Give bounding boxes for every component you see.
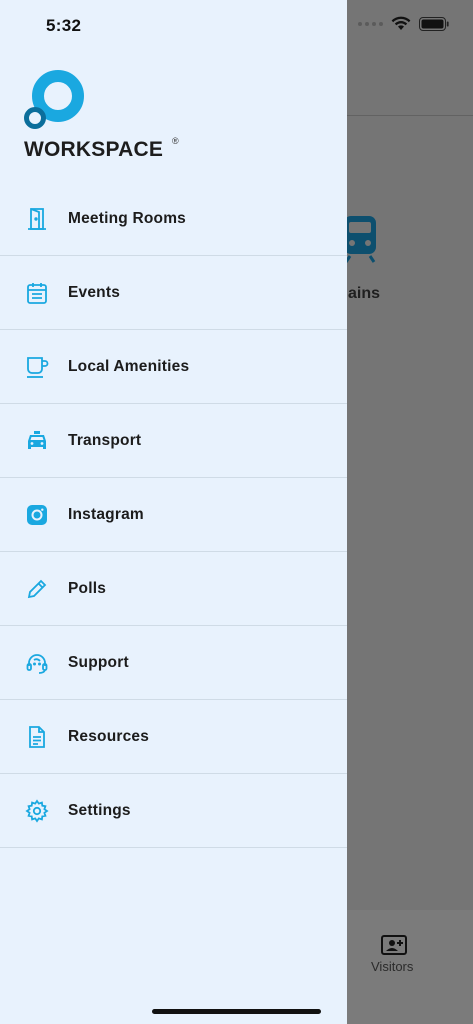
- menu-list: Meeting Rooms Events Local Amenities Tra…: [0, 182, 347, 848]
- menu-item-support[interactable]: Support: [0, 626, 347, 700]
- menu-item-local-amenities[interactable]: Local Amenities: [0, 330, 347, 404]
- status-time: 5:32: [46, 16, 82, 35]
- brand-name: WORKSPACE: [24, 138, 164, 161]
- menu-item-events[interactable]: Events: [0, 256, 347, 330]
- calendar-icon: [24, 280, 50, 306]
- menu-item-label: Support: [68, 653, 129, 671]
- home-indicator[interactable]: [152, 1009, 321, 1014]
- pencil-icon: [24, 576, 50, 602]
- headset-icon: [24, 650, 50, 676]
- status-indicators: [358, 16, 449, 31]
- taxi-icon: [24, 428, 50, 454]
- menu-item-label: Events: [68, 283, 121, 301]
- menu-item-label: Transport: [68, 431, 142, 449]
- signal-dots-icon: [358, 21, 383, 26]
- header-divider: [347, 115, 473, 116]
- coffee-cup-icon: [24, 354, 50, 380]
- menu-item-instagram[interactable]: Instagram: [0, 478, 347, 552]
- menu-item-settings[interactable]: Settings: [0, 774, 347, 848]
- menu-item-label: Instagram: [68, 505, 144, 523]
- battery-icon: [419, 16, 449, 31]
- menu-item-meeting-rooms[interactable]: Meeting Rooms: [0, 182, 347, 256]
- menu-item-transport[interactable]: Transport: [0, 404, 347, 478]
- menu-item-polls[interactable]: Polls: [0, 552, 347, 626]
- tile-label: ains: [348, 285, 381, 302]
- tab-visitors-label[interactable]: Visitors: [371, 959, 413, 974]
- menu-item-resources[interactable]: Resources: [0, 700, 347, 774]
- visitors-icon[interactable]: [381, 934, 407, 956]
- menu-item-label: Resources: [68, 727, 150, 745]
- door-icon: [24, 206, 50, 232]
- menu-item-label: Settings: [68, 801, 131, 819]
- menu-item-label: Local Amenities: [68, 357, 190, 375]
- instagram-icon: [24, 502, 50, 528]
- wifi-icon: [391, 16, 411, 30]
- menu-item-label: Polls: [68, 579, 107, 597]
- gear-icon: [24, 798, 50, 824]
- registered-mark: ®: [172, 136, 179, 146]
- document-icon: [24, 724, 50, 750]
- navigation-drawer: 5:32 WORKSPACE ® Meeting Rooms Events Lo…: [0, 0, 347, 1024]
- menu-item-label: Meeting Rooms: [68, 209, 186, 227]
